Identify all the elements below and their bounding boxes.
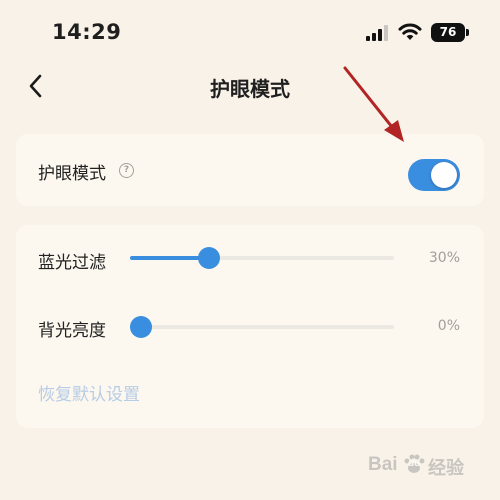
reset-defaults-button[interactable]: 恢复默认设置 <box>38 380 140 405</box>
watermark-suffix: 经验 <box>428 458 464 478</box>
battery-tip <box>466 29 469 36</box>
eye-care-label: 护眼模式 <box>38 164 106 184</box>
blue-light-slider[interactable] <box>130 247 394 269</box>
watermark-brand: Bai <box>368 454 398 475</box>
blue-light-label: 蓝光过滤 <box>38 253 106 273</box>
nav-bar: 护眼模式 <box>0 64 500 108</box>
status-time: 14:29 <box>52 20 122 44</box>
backlight-label: 背光亮度 <box>38 321 106 341</box>
cellular-signal-icon <box>366 25 388 41</box>
page-title: 护眼模式 <box>210 77 290 101</box>
slider-thumb[interactable] <box>130 316 152 338</box>
wifi-icon <box>398 23 422 40</box>
slider-track <box>130 325 394 329</box>
backlight-slider[interactable] <box>130 316 394 338</box>
help-icon[interactable]: ? <box>119 163 134 178</box>
backlight-value: 0% <box>437 318 460 334</box>
eye-care-settings-card: 蓝光过滤 30% 背光亮度 0% 恢复默认设置 <box>16 225 484 428</box>
blue-light-value: 30% <box>428 250 460 266</box>
slider-thumb[interactable] <box>198 247 221 269</box>
status-bar: 14:29 76 <box>0 0 500 64</box>
toggle-knob <box>431 162 457 188</box>
eye-care-card: 护眼模式 ? <box>16 134 484 206</box>
baidu-watermark: Bai du 经验 <box>368 446 488 486</box>
battery-indicator: 76 <box>431 23 465 42</box>
watermark-du: du <box>408 458 421 469</box>
eye-care-toggle[interactable] <box>408 159 460 191</box>
